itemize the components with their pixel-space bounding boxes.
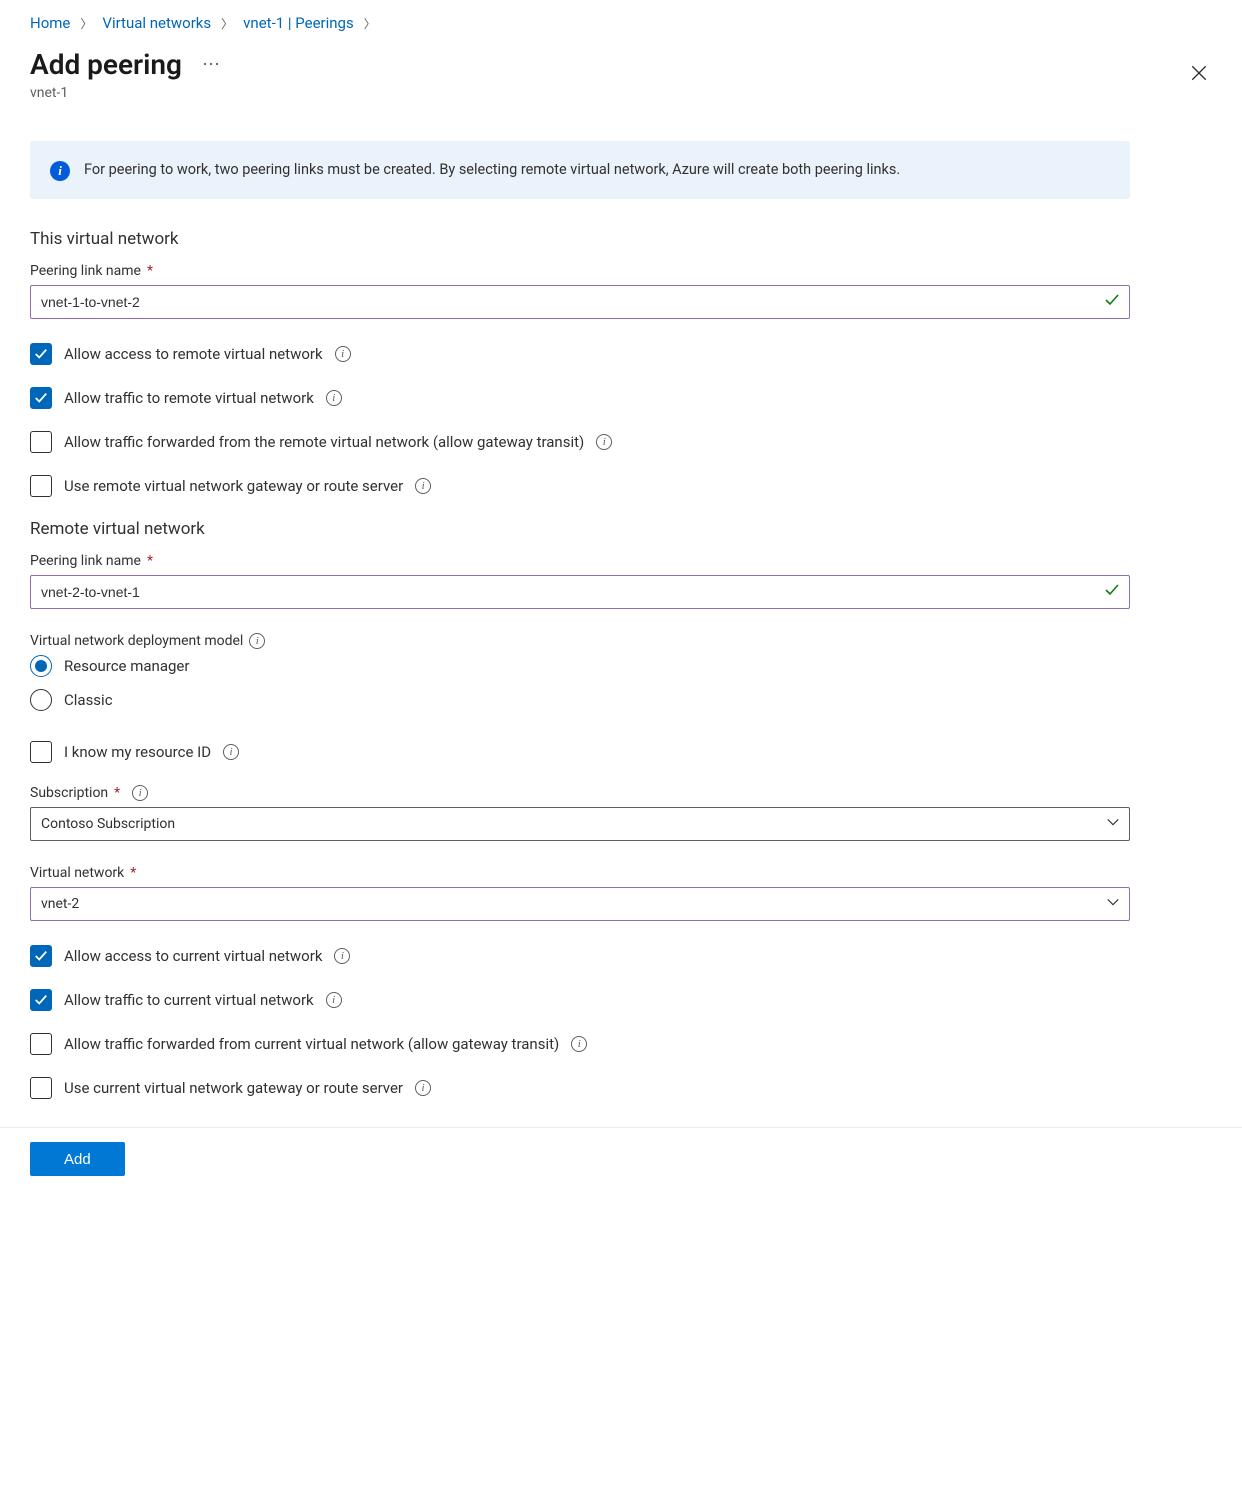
radio-classic-label: Classic xyxy=(64,691,113,709)
close-icon xyxy=(1190,64,1208,82)
breadcrumb-virtual-networks[interactable]: Virtual networks xyxy=(102,14,211,32)
info-icon[interactable]: i xyxy=(132,785,148,801)
cb-allow-access-current-label: Allow access to current virtual network xyxy=(64,947,322,965)
cb-allow-traffic-current[interactable] xyxy=(30,989,52,1011)
subscription-select[interactable]: Contoso Subscription xyxy=(30,807,1130,841)
cb-allow-forwarded-current[interactable] xyxy=(30,1033,52,1055)
info-icon[interactable]: i xyxy=(223,744,239,760)
info-icon[interactable]: i xyxy=(334,948,350,964)
info-icon[interactable]: i xyxy=(326,992,342,1008)
this-link-name-label: Peering link name * xyxy=(30,263,1212,279)
cb-allow-traffic-remote-label: Allow traffic to remote virtual network xyxy=(64,389,314,407)
cb-allow-access-current[interactable] xyxy=(30,945,52,967)
virtual-network-value: vnet-2 xyxy=(41,896,79,912)
chevron-down-icon xyxy=(1106,895,1120,913)
more-actions-button[interactable]: ⋯ xyxy=(202,56,220,74)
cb-allow-forwarded-remote[interactable] xyxy=(30,431,52,453)
section-this-vnet-heading: This virtual network xyxy=(30,229,1212,249)
chevron-down-icon xyxy=(1106,815,1120,833)
breadcrumb-peerings[interactable]: vnet-1 | Peerings xyxy=(243,14,354,32)
info-icon[interactable]: i xyxy=(596,434,612,450)
required-asterisk: * xyxy=(130,865,136,881)
remote-link-name-input[interactable] xyxy=(30,575,1130,609)
cb-allow-forwarded-remote-label: Allow traffic forwarded from the remote … xyxy=(64,433,584,451)
subscription-value: Contoso Subscription xyxy=(41,816,175,832)
label-text: Subscription xyxy=(30,785,108,801)
required-asterisk: * xyxy=(147,553,153,569)
cb-know-resource-id[interactable] xyxy=(30,741,52,763)
breadcrumb: Home 〉 Virtual networks 〉 vnet-1 | Peeri… xyxy=(30,14,1212,32)
cb-use-remote-gateway[interactable] xyxy=(30,475,52,497)
page-subtitle: vnet-1 xyxy=(30,85,1212,101)
chevron-right-icon: 〉 xyxy=(364,15,376,32)
info-icon[interactable]: i xyxy=(415,1080,431,1096)
radio-classic[interactable] xyxy=(30,689,52,711)
info-banner-text: For peering to work, two peering links m… xyxy=(84,159,900,181)
cb-allow-traffic-current-label: Allow traffic to current virtual network xyxy=(64,991,314,1009)
info-icon[interactable]: i xyxy=(326,390,342,406)
label-text: Peering link name xyxy=(30,263,141,279)
cb-allow-traffic-remote[interactable] xyxy=(30,387,52,409)
cb-use-current-gateway-label: Use current virtual network gateway or r… xyxy=(64,1079,403,1097)
add-button[interactable]: Add xyxy=(30,1142,125,1176)
info-icon[interactable]: i xyxy=(571,1036,587,1052)
label-text: Virtual network xyxy=(30,865,124,881)
close-button[interactable] xyxy=(1190,64,1208,86)
page-title: Add peering xyxy=(30,48,182,81)
virtual-network-select[interactable]: vnet-2 xyxy=(30,887,1130,921)
info-icon[interactable]: i xyxy=(249,633,265,649)
info-banner: i For peering to work, two peering links… xyxy=(30,141,1130,199)
label-text: Peering link name xyxy=(30,553,141,569)
section-remote-vnet-heading: Remote virtual network xyxy=(30,519,1212,539)
cb-allow-access-remote[interactable] xyxy=(30,343,52,365)
cb-know-resource-id-label: I know my resource ID xyxy=(64,743,211,761)
radio-resource-manager[interactable] xyxy=(30,655,52,677)
info-icon: i xyxy=(50,161,70,181)
subscription-label: Subscription * i xyxy=(30,785,1212,801)
radio-resource-manager-label: Resource manager xyxy=(64,657,189,675)
chevron-right-icon: 〉 xyxy=(80,15,92,32)
cb-allow-access-remote-label: Allow access to remote virtual network xyxy=(64,345,323,363)
cb-use-current-gateway[interactable] xyxy=(30,1077,52,1099)
label-text: Virtual network deployment model xyxy=(30,633,243,649)
valid-check-icon xyxy=(1104,582,1120,602)
cb-use-remote-gateway-label: Use remote virtual network gateway or ro… xyxy=(64,477,403,495)
cb-allow-forwarded-current-label: Allow traffic forwarded from current vir… xyxy=(64,1035,559,1053)
required-asterisk: * xyxy=(114,785,120,801)
remote-link-name-label: Peering link name * xyxy=(30,553,1212,569)
chevron-right-icon: 〉 xyxy=(221,15,233,32)
virtual-network-label: Virtual network * xyxy=(30,865,1212,881)
valid-check-icon xyxy=(1104,292,1120,312)
info-icon[interactable]: i xyxy=(335,346,351,362)
required-asterisk: * xyxy=(147,263,153,279)
footer: Add xyxy=(0,1127,1242,1206)
this-link-name-input[interactable] xyxy=(30,285,1130,319)
deploy-model-label: Virtual network deployment model i xyxy=(30,633,1212,649)
info-icon[interactable]: i xyxy=(415,478,431,494)
breadcrumb-home[interactable]: Home xyxy=(30,14,70,32)
